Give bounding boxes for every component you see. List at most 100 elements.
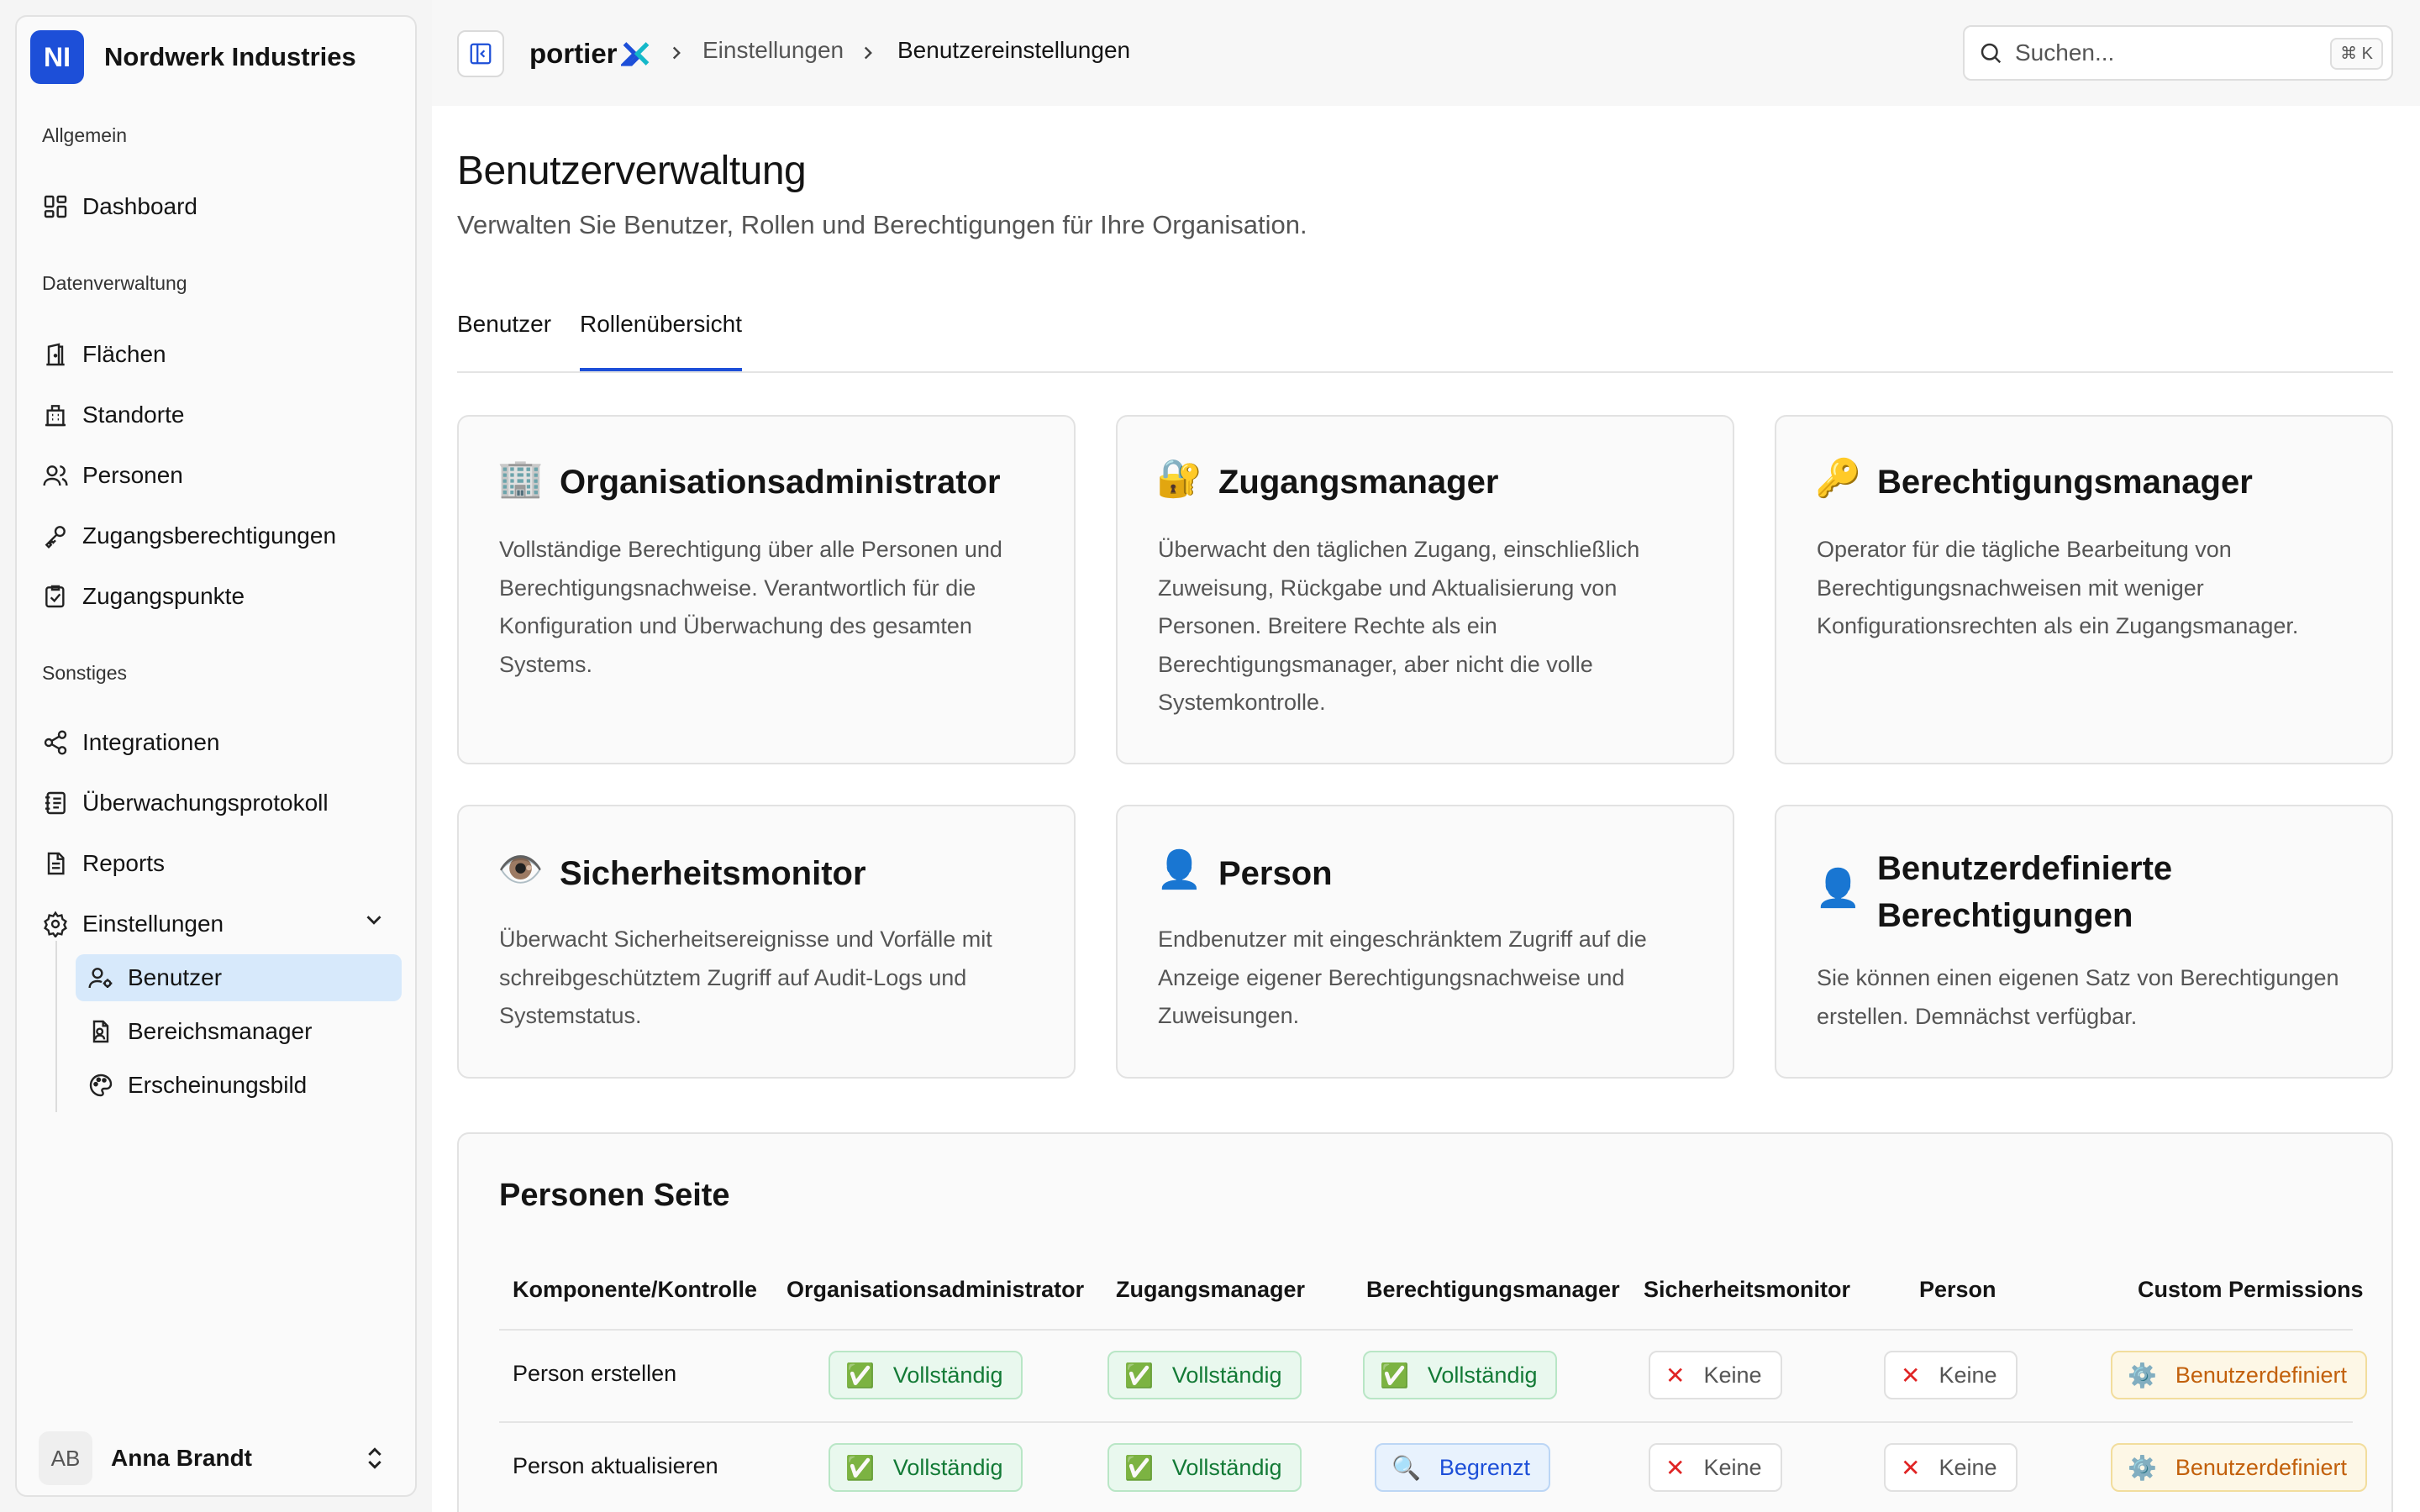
role-title: Person — [1218, 855, 1333, 892]
badge-text: Keine — [1703, 1454, 1762, 1480]
role-description: Überwacht den täglichen Zugang, einschli… — [1158, 537, 1640, 715]
role-title: Benutzerdefinierte Berechtigungen — [1877, 850, 2173, 934]
sidebar-item-label: Integrationen — [82, 729, 220, 755]
chevron-right-icon — [864, 46, 872, 60]
permissions-table-card: Personen Seite Komponente/Kontrolle Orga… — [457, 1132, 2393, 1512]
lock-key-icon: 🔐 — [1156, 458, 1202, 499]
table-title: Personen Seite — [499, 1178, 730, 1213]
sidebar-item-label: Zugangsberechtigungen — [82, 522, 337, 549]
log-icon — [45, 791, 66, 815]
badge-text: Vollständig — [1171, 1362, 1282, 1388]
tab-benutzer[interactable]: Benutzer — [457, 311, 551, 371]
sidebar-item-label: Personen — [82, 462, 183, 488]
sidebar-item-zugangspunkte[interactable]: Zugangspunkte — [42, 573, 245, 620]
column-header: Organisationsadministrator — [786, 1277, 1085, 1302]
permission-badge: ✅ Vollständig — [1107, 1443, 1302, 1492]
user-cog-icon — [88, 968, 113, 989]
sidebar-item-label: Bereichsmanager — [128, 1018, 313, 1044]
role-description: Endbenutzer mit eingeschränktem Zugriff … — [1158, 927, 1647, 1028]
column-header: Person — [1919, 1277, 1996, 1302]
table-divider — [499, 1421, 2353, 1423]
check-icon: ✅ — [1380, 1362, 1409, 1389]
search-icon — [1981, 43, 2002, 64]
permission-badge: ⚙️ Benutzerdefiniert — [2111, 1443, 2367, 1492]
sidebar-item-integrationen[interactable]: Integrationen — [42, 719, 219, 766]
sidebar: NI Nordwerk Industries Allgemein Dashboa… — [15, 15, 417, 1497]
door-icon — [46, 343, 65, 366]
check-icon: ✅ — [1124, 1454, 1154, 1481]
sidebar-item-zugangsberechtigungen[interactable]: Zugangsberechtigungen — [42, 512, 336, 559]
sidebar-item-label: Dashboard — [82, 193, 197, 219]
chevron-right-icon — [672, 46, 681, 60]
role-card: 🔑 Berechtigungsmanager Operator für die … — [1775, 415, 2393, 764]
sidebar-item-bereichsmanager[interactable]: Bereichsmanager — [76, 1008, 402, 1055]
search-input[interactable]: Suchen... ⌘ K — [1963, 25, 2393, 81]
badge-text: Keine — [1939, 1362, 1997, 1388]
sidebar-item-benutzer[interactable]: Benutzer — [76, 954, 402, 1001]
permission-badge: ✕ Keine — [1884, 1351, 2018, 1399]
sidebar-toggle-button[interactable] — [457, 30, 504, 77]
nav-group-label: Allgemein — [42, 124, 127, 146]
avatar: AB — [39, 1431, 92, 1485]
role-description: Überwacht Sicherheitsereignisse und Vorf… — [499, 927, 992, 1028]
badge-text: Vollständig — [892, 1362, 1003, 1388]
table-divider — [499, 1329, 2353, 1331]
role-title: Berechtigungsmanager — [1877, 464, 2253, 501]
role-card: 👁️ Sicherheitsmonitor Überwacht Sicherhe… — [457, 805, 1076, 1079]
sidebar-item-flaechen[interactable]: Flächen — [42, 331, 166, 378]
sidebar-item-label: Benutzer — [128, 964, 223, 990]
badge-text: Vollständig — [1171, 1454, 1282, 1480]
office-building-icon: 🏢 — [497, 458, 544, 499]
badge-text: Keine — [1939, 1454, 1997, 1480]
gear-icon: ⚙️ — [2128, 1362, 2157, 1389]
role-description: Sie können einen eigenen Satz von Berech… — [1817, 965, 2339, 1029]
user-menu[interactable]: AB Anna Brandt — [39, 1431, 400, 1485]
permission-badge: ✕ Keine — [1884, 1443, 2018, 1492]
topbar: portier Einstellungen Benutzereinstellun… — [432, 0, 2420, 106]
chevron-down-icon[interactable] — [361, 907, 387, 932]
sidebar-item-standorte[interactable]: Standorte — [42, 391, 184, 438]
role-card: 👤 Benutzerdefinierte Berechtigungen Sie … — [1775, 805, 2393, 1079]
check-icon: ✅ — [845, 1454, 875, 1481]
org-switcher[interactable]: NI Nordwerk Industries — [30, 30, 356, 84]
sidebar-item-reports[interactable]: Reports — [42, 840, 165, 887]
sidebar-item-label: Überwachungsprotokoll — [82, 790, 329, 816]
chevrons-up-down-icon — [368, 1447, 381, 1469]
key-icon: 🔑 — [1815, 458, 1861, 499]
permission-badge: ⚙️ Benutzerdefiniert — [2111, 1351, 2367, 1399]
person-icon: 👤 — [1815, 868, 1861, 909]
tabs: Benutzer Rollenübersicht — [457, 302, 2393, 373]
tab-rollenuebersicht[interactable]: Rollenübersicht — [580, 311, 742, 371]
search-shortcut: ⌘ K — [2330, 38, 2383, 70]
role-card: 🏢 Organisationsadministrator Vollständig… — [457, 415, 1076, 764]
badge-text: Vollständig — [1427, 1362, 1538, 1388]
user-name: Anna Brandt — [111, 1445, 252, 1471]
badge-text: Begrenzt — [1439, 1454, 1530, 1480]
sidebar-item-personen[interactable]: Personen — [42, 452, 183, 499]
column-header: Custom Permissions — [2138, 1277, 2364, 1302]
sidebar-item-einstellungen[interactable]: Einstellungen — [42, 900, 224, 948]
sidebar-item-label: Standorte — [82, 402, 185, 428]
sidebar-item-protokoll[interactable]: Überwachungsprotokoll — [42, 780, 329, 827]
role-card: 👤 Person Endbenutzer mit eingeschränktem… — [1116, 805, 1734, 1079]
permission-badge: ✕ Keine — [1649, 1351, 1782, 1399]
column-header: Berechtigungsmanager — [1366, 1277, 1620, 1302]
clipboard-check-icon — [45, 585, 65, 608]
row-label: Person aktualisieren — [513, 1453, 718, 1478]
x-icon: ✕ — [1665, 1362, 1686, 1389]
sidebar-item-erscheinungsbild[interactable]: Erscheinungsbild — [76, 1062, 402, 1109]
permission-badge: ✅ Vollständig — [1363, 1351, 1558, 1399]
magnifier-icon: 🔍 — [1392, 1454, 1421, 1481]
users-icon — [43, 465, 68, 486]
breadcrumb-einstellungen[interactable]: Einstellungen — [702, 37, 844, 64]
row-label: Person erstellen — [513, 1361, 677, 1386]
brand-logo[interactable]: portier — [529, 35, 651, 72]
role-title: Organisationsadministrator — [560, 464, 1001, 501]
sidebar-item-dashboard[interactable]: Dashboard — [42, 183, 197, 230]
person-icon: 👤 — [1156, 849, 1202, 890]
sidebar-item-label: Erscheinungsbild — [128, 1072, 308, 1098]
sidebar-item-label: Zugangspunkte — [82, 583, 245, 609]
nav-group-label: Datenverwaltung — [42, 272, 187, 294]
permission-badge: ✕ Keine — [1649, 1443, 1782, 1492]
file-user-icon — [92, 1020, 109, 1043]
